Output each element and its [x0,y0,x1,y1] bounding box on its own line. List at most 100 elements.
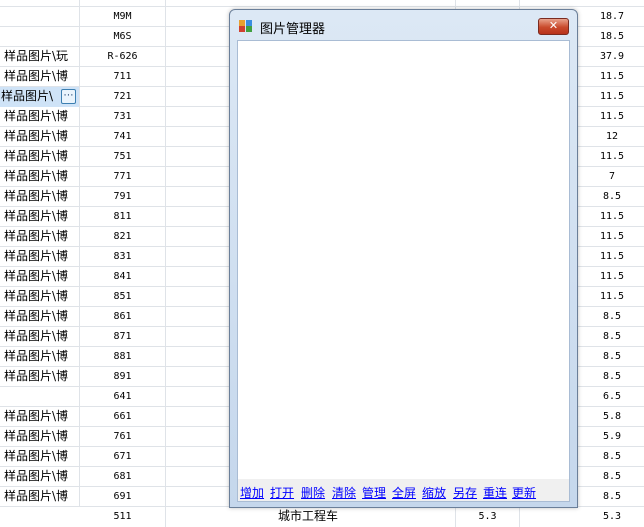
model-cell[interactable]: 831 [80,247,166,267]
model-cell[interactable]: M6S [80,27,166,47]
value-cell[interactable]: 8.5 [580,327,644,347]
model-cell[interactable]: 771 [80,167,166,187]
close-button[interactable]: ✕ [538,18,569,35]
model-cell[interactable]: 761 [80,427,166,447]
image-path-cell[interactable]: 样品图片\玩 [0,47,80,67]
image-viewer[interactable] [238,41,569,479]
toolbar-link-clear[interactable]: 清除 [332,484,356,501]
toolbar-link-update[interactable]: 更新 [512,484,536,501]
image-path-cell[interactable]: 样品图片\博 [0,267,80,287]
image-path-cell[interactable]: 样品图片\博 [0,187,80,207]
image-path-cell[interactable]: 样品图片\博 [0,467,80,487]
value-cell[interactable]: 5.8 [580,407,644,427]
model-cell[interactable]: 721 [80,87,166,107]
image-path-cell[interactable]: 样品图片\博 [0,487,80,507]
value-cell[interactable]: 37.9 [580,47,644,67]
model-cell[interactable]: 741 [80,127,166,147]
value-cell[interactable]: 11.5 [580,67,644,87]
value-cell[interactable]: 8.5 [580,367,644,387]
image-path-cell[interactable]: 样品图片\博 [0,207,80,227]
mid-cell[interactable]: 5.3 [456,507,520,527]
value-cell[interactable]: 5.9 [580,427,644,447]
toolbar-link-delete[interactable]: 删除 [301,484,325,501]
model-cell[interactable]: 661 [80,407,166,427]
toolbar-link-add[interactable]: 增加 [240,484,264,501]
model-cell[interactable]: 641 [80,387,166,407]
dialog-titlebar[interactable]: 图片管理器 ✕ [230,10,577,40]
image-path-cell[interactable]: 样品图片\博 [0,287,80,307]
image-path-cell[interactable]: 样品图片\博 [0,167,80,187]
value-cell[interactable]: 8.5 [580,467,644,487]
model-cell[interactable]: 871 [80,327,166,347]
image-path-cell[interactable]: 样品图片\博 [0,307,80,327]
image-path-cell[interactable] [0,387,80,407]
model-cell[interactable]: 821 [80,227,166,247]
value-cell[interactable]: 5.3 [580,507,644,527]
close-icon: ✕ [548,19,559,32]
image-path-cell[interactable]: 样品图片\博 [0,147,80,167]
image-path-cell[interactable] [0,7,80,27]
value-cell[interactable]: 18.7 [580,7,644,27]
image-path-cell[interactable]: 样品图片\博 [0,347,80,367]
value-cell[interactable]: 6.5 [580,387,644,407]
model-cell[interactable]: 861 [80,307,166,327]
dialog-title: 图片管理器 [260,22,326,37]
value-cell[interactable]: 11.5 [580,227,644,247]
value-cell[interactable]: 8.5 [580,487,644,507]
toolbar-link-save-as[interactable]: 另存 [453,484,477,501]
image-path-cell[interactable]: 样品图片\博 [0,227,80,247]
value-cell[interactable]: 11.5 [580,267,644,287]
model-cell[interactable]: 711 [80,67,166,87]
image-path-cell[interactable]: 样品图片\博 [0,107,80,127]
image-path-cell[interactable]: 样品图片\博 [0,67,80,87]
value-cell[interactable]: 11.5 [580,247,644,267]
toolbar-link-zoom[interactable]: 缩放 [422,484,446,501]
dialog-toolbar: 增加 打开 删除 清除 管理 全屏 缩放 另存 重连 更新 [238,479,569,501]
value-cell[interactable]: 8.5 [580,347,644,367]
model-cell[interactable]: M9M [80,7,166,27]
model-cell[interactable]: 841 [80,267,166,287]
toolbar-link-reconnect[interactable]: 重连 [483,484,507,501]
value-cell[interactable]: 8.5 [580,447,644,467]
value-cell[interactable]: 8.5 [580,307,644,327]
image-path-cell[interactable]: 样品图片\博 [0,367,80,387]
value-cell[interactable]: 11.5 [580,87,644,107]
toolbar-link-open[interactable]: 打开 [270,484,294,501]
value-cell[interactable]: 7 [580,167,644,187]
description-cell[interactable]: 城市工程车 [166,507,456,527]
model-cell[interactable]: 671 [80,447,166,467]
model-cell[interactable]: 681 [80,467,166,487]
grid-cell [80,0,166,7]
model-cell[interactable]: 511 [80,507,166,527]
value-cell[interactable]: 11.5 [580,207,644,227]
image-path-cell[interactable] [0,27,80,47]
model-cell[interactable]: R-626 [80,47,166,67]
model-cell[interactable]: 851 [80,287,166,307]
image-path-cell[interactable]: 样品图片\博 [0,327,80,347]
toolbar-link-fullscreen[interactable]: 全屏 [392,484,416,501]
image-path-cell[interactable]: 样品图片\博 [0,127,80,147]
value-cell[interactable]: 11.5 [580,107,644,127]
model-cell[interactable]: 811 [80,207,166,227]
app-icon [239,20,253,32]
model-cell[interactable]: 731 [80,107,166,127]
image-path-cell[interactable]: 样品图片\博 [0,427,80,447]
table-row[interactable]: 511 城市工程车 5.3 5.3 [0,507,644,527]
toolbar-link-manage[interactable]: 管理 [362,484,386,501]
value-cell[interactable]: 11.5 [580,147,644,167]
model-cell[interactable]: 751 [80,147,166,167]
image-path-cell[interactable]: 样品图片\博 [0,247,80,267]
browse-button[interactable]: ⋯ [61,89,76,104]
value-cell[interactable]: 8.5 [580,187,644,207]
value-cell[interactable]: 12 [580,127,644,147]
image-manager-dialog: 图片管理器 ✕ 增加 打开 删除 清除 管理 全屏 缩放 另存 重连 更新 [229,9,578,508]
grid-cell [580,0,644,7]
model-cell[interactable]: 891 [80,367,166,387]
model-cell[interactable]: 691 [80,487,166,507]
model-cell[interactable]: 881 [80,347,166,367]
image-path-cell[interactable]: 样品图片\博 [0,447,80,467]
value-cell[interactable]: 11.5 [580,287,644,307]
model-cell[interactable]: 791 [80,187,166,207]
image-path-cell[interactable]: 样品图片\博 [0,407,80,427]
value-cell[interactable]: 18.5 [580,27,644,47]
